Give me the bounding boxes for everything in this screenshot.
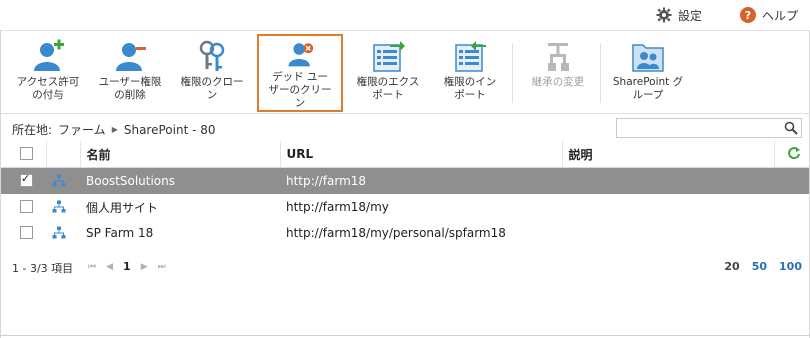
icon-column-header [46, 141, 81, 168]
site-collection-icon [52, 226, 66, 239]
cell-description [562, 167, 774, 194]
cell-name[interactable]: BoostSolutions [80, 167, 280, 194]
site-collection-icon [52, 174, 66, 187]
row-checkbox[interactable] [20, 226, 33, 239]
clone-permissions-label: 権限のクロー ン [180, 76, 244, 101]
change-inheritance-label: 継承の変更 [531, 76, 585, 88]
page-size-options: 20 50 100 [724, 260, 802, 273]
panel-border-left [0, 30, 1, 338]
export-icon [373, 41, 405, 72]
pager: 1 - 3/3 項目 ⏮ ◀ 1 ▶ ⏭ 20 50 100 [0, 254, 810, 280]
group-icon [632, 44, 664, 72]
cell-name[interactable]: SP Farm 18 [80, 220, 280, 246]
import-permissions-label: 権限のイン ポート [443, 76, 497, 101]
help-label: ヘルプ [762, 8, 799, 23]
row-checkbox[interactable] [20, 200, 33, 213]
table-header-row: 名前 URL 説明 [0, 141, 810, 168]
dead-user-cleanup-button[interactable]: デッド ユー ザーのクリー ン [257, 34, 343, 112]
help-icon: ? [740, 7, 756, 23]
ribbon-separator [512, 43, 513, 103]
export-permissions-label: 権限のエクス ポート [356, 76, 420, 101]
sharepoint-groups-button[interactable]: SharePoint グ ループ [606, 35, 690, 109]
dead-user-cleanup-label: デッド ユー ザーのクリー ン [268, 71, 332, 109]
site-collection-icon [52, 200, 66, 213]
import-icon [455, 41, 486, 72]
user-add-icon [34, 39, 64, 71]
settings-label: 設定 [678, 8, 703, 23]
last-page-icon[interactable]: ⏭ [158, 262, 166, 272]
help-link[interactable]: ? ヘルプ [740, 0, 798, 30]
pager-info: 1 - 3/3 項目 [12, 262, 74, 275]
gear-icon [656, 7, 672, 23]
next-page-icon[interactable]: ▶ [141, 262, 148, 272]
refresh-header[interactable] [774, 141, 810, 168]
grant-permissions-button[interactable]: アクセス許可 の付与 [10, 35, 86, 109]
pager-nav: ⏮ ◀ 1 ▶ ⏭ [88, 260, 166, 273]
keys-icon [199, 40, 225, 71]
table-row[interactable]: BoostSolutions http://farm18 [0, 167, 810, 194]
page-size-50[interactable]: 50 [752, 260, 767, 273]
cell-url: http://farm18/my [286, 200, 389, 214]
panel-border-bottom [0, 335, 810, 336]
ribbon-separator [600, 43, 601, 103]
first-page-icon[interactable]: ⏮ [88, 262, 96, 272]
cell-url: http://farm18 [280, 167, 562, 194]
settings-link[interactable]: 設定 [656, 0, 702, 30]
location-bar: 所在地: ファーム ▶ SharePoint - 80 [0, 114, 810, 142]
row-checkbox[interactable] [20, 172, 33, 187]
breadcrumb-item-webapp[interactable]: SharePoint - 80 [124, 123, 216, 137]
grant-permissions-label: アクセス許可 の付与 [16, 76, 80, 101]
ribbon-toolbar: アクセス許可 の付与 ユーザー権限 の削除 権限のクロー ン デッド ユー ザー… [0, 31, 810, 114]
cell-description [562, 194, 774, 220]
refresh-icon[interactable] [787, 146, 801, 160]
clone-permissions-button[interactable]: 権限のクロー ン [174, 35, 250, 109]
remove-permissions-label: ユーザー権限 の削除 [98, 76, 162, 101]
select-all-header[interactable] [0, 141, 47, 168]
page-size-100[interactable]: 100 [779, 260, 802, 273]
sharepoint-groups-label: SharePoint グ ループ [612, 76, 684, 101]
search-input[interactable] [616, 118, 802, 138]
table-row[interactable]: SP Farm 18 http://farm18/my/personal/spf… [0, 220, 810, 246]
page-size-20[interactable]: 20 [724, 260, 739, 273]
select-all-checkbox[interactable] [20, 147, 33, 160]
user-remove-icon [116, 43, 146, 71]
location-prefix: 所在地: [12, 123, 53, 137]
change-inheritance-button[interactable]: 継承の変更 [520, 35, 596, 109]
breadcrumb-item-farm[interactable]: ファーム [58, 121, 106, 138]
column-header-description[interactable]: 説明 [562, 141, 775, 168]
breadcrumb: 所在地: ファーム ▶ SharePoint - 80 [12, 121, 216, 138]
top-bar: 設定 ? ヘルプ [0, 0, 810, 31]
table-row[interactable]: 個人用サイト http://farm18/my [0, 194, 810, 220]
remove-permissions-button[interactable]: ユーザー権限 の削除 [92, 35, 168, 109]
cell-description [562, 220, 774, 246]
sites-table: 名前 URL 説明 BoostSolutions http://farm18 個… [0, 141, 810, 246]
inheritance-icon [548, 43, 569, 71]
export-permissions-button[interactable]: 権限のエクス ポート [350, 35, 426, 109]
search-icon[interactable] [784, 121, 798, 135]
user-delete-icon [288, 43, 314, 67]
column-header-url[interactable]: URL [280, 141, 563, 168]
cell-name[interactable]: 個人用サイト [80, 194, 280, 220]
cell-url: http://farm18/my/personal/spfarm18 [286, 226, 506, 240]
import-permissions-button[interactable]: 権限のイン ポート [432, 35, 508, 109]
current-page[interactable]: 1 [123, 260, 131, 273]
chevron-right-icon: ▶ [111, 125, 118, 134]
column-header-name[interactable]: 名前 [80, 141, 281, 168]
prev-page-icon[interactable]: ◀ [106, 262, 113, 272]
